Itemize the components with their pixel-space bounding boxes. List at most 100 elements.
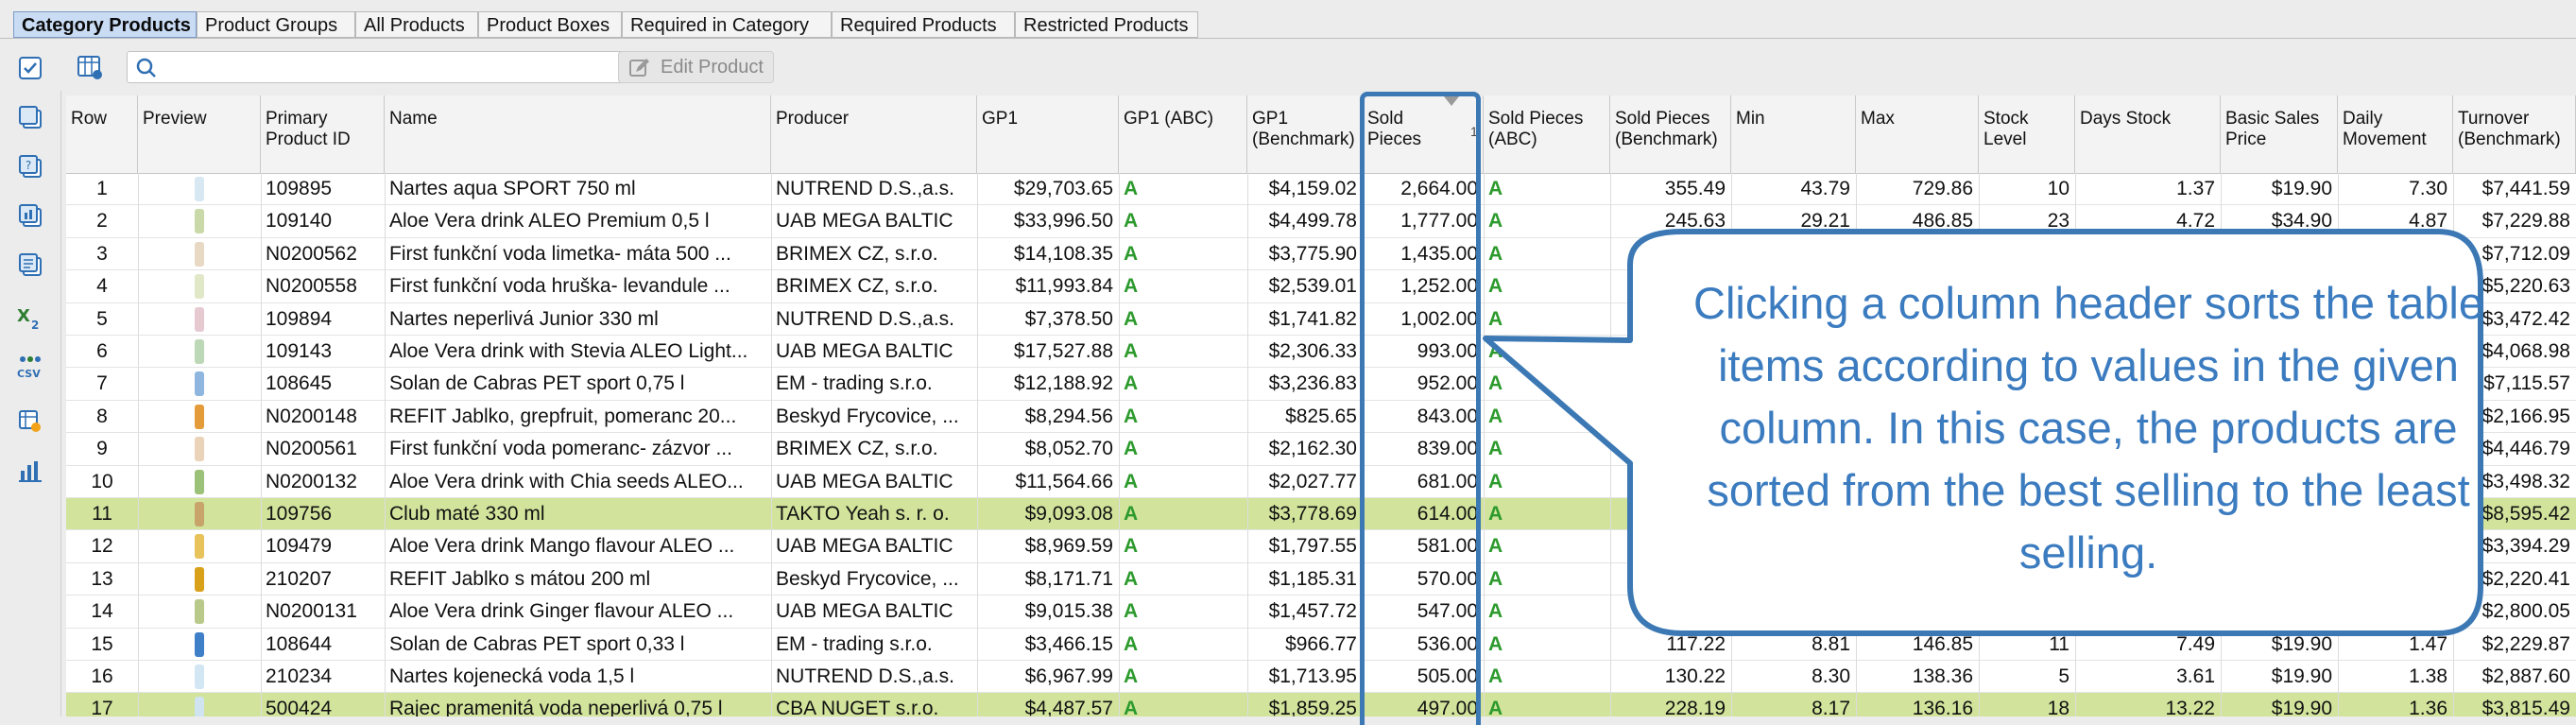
cell-daily-movement[interactable]: 7.30: [2338, 173, 2453, 205]
cell-gp1[interactable]: $9,093.08: [977, 498, 1119, 530]
cell-producer[interactable]: TAKTO Yeah s. r. o.: [771, 498, 977, 530]
cell-gp1[interactable]: $11,993.84: [977, 270, 1119, 302]
product-thumbnail[interactable]: [138, 433, 261, 465]
cell-primary-product-id[interactable]: 210234: [261, 661, 385, 693]
cell-row[interactable]: 9: [66, 433, 138, 465]
cell-sold-pieces-abc[interactable]: A: [1484, 173, 1610, 205]
cell-producer[interactable]: NUTREND D.S.,a.s.: [771, 303, 977, 336]
cell-basic-sales-price[interactable]: $19.90: [2221, 661, 2338, 693]
cell-row[interactable]: 17: [66, 693, 138, 716]
cell-sold-pieces-benchmark[interactable]: 228.19: [1610, 693, 1731, 716]
column-header-gp1-abc[interactable]: GP1 (ABC): [1119, 95, 1247, 173]
cell-gp1-benchmark[interactable]: $825.65: [1247, 401, 1363, 433]
cell-basic-sales-price[interactable]: $19.90: [2221, 173, 2338, 205]
cell-primary-product-id[interactable]: 108645: [261, 368, 385, 400]
tab-all-products[interactable]: All Products: [355, 11, 478, 38]
cell-gp1-abc[interactable]: A: [1119, 596, 1247, 628]
product-thumbnail[interactable]: [138, 629, 261, 661]
cell-name[interactable]: Nartes kojenecká voda 1,5 l: [385, 661, 771, 693]
cell-gp1[interactable]: $17,527.88: [977, 336, 1119, 368]
cell-primary-product-id[interactable]: N0200558: [261, 270, 385, 302]
product-thumbnail[interactable]: [138, 173, 261, 205]
cell-days-stock[interactable]: 3.61: [2075, 661, 2221, 693]
cell-turnover-benchmark[interactable]: $2,887.60: [2453, 661, 2576, 693]
table-row[interactable]: 16 210234 Nartes kojenecká voda 1,5 l NUTRE…: [66, 661, 2576, 694]
cell-name[interactable]: Rajec pramenitá voda neperlivá 0,75 l: [385, 693, 771, 716]
cell-gp1-benchmark[interactable]: $4,499.78: [1247, 205, 1363, 237]
cell-gp1-abc[interactable]: A: [1119, 563, 1247, 596]
product-thumbnail[interactable]: [138, 693, 261, 716]
cell-primary-product-id[interactable]: 500424: [261, 693, 385, 716]
product-thumbnail[interactable]: [138, 368, 261, 400]
product-thumbnail[interactable]: [138, 205, 261, 237]
cell-gp1[interactable]: $8,052.70: [977, 433, 1119, 465]
cell-row[interactable]: 12: [66, 530, 138, 562]
cell-sold-pieces[interactable]: 505.00: [1363, 661, 1484, 693]
cell-row[interactable]: 10: [66, 466, 138, 498]
cell-name[interactable]: REFIT Jablko, grepfruit, pomeranc 20...: [385, 401, 771, 433]
cell-gp1[interactable]: $6,967.99: [977, 661, 1119, 693]
cell-days-stock[interactable]: 1.37: [2075, 173, 2221, 205]
cell-name[interactable]: Aloe Vera drink with Chia seeds ALEO...: [385, 466, 771, 498]
cell-name[interactable]: Aloe Vera drink Mango flavour ALEO ...: [385, 530, 771, 562]
cell-name[interactable]: Club maté 330 ml: [385, 498, 771, 530]
cell-name[interactable]: Solan de Cabras PET sport 0,75 l: [385, 368, 771, 400]
cell-primary-product-id[interactable]: 210207: [261, 563, 385, 596]
cell-primary-product-id[interactable]: 109143: [261, 336, 385, 368]
cell-name[interactable]: First funkční voda limetka- máta 500 ...: [385, 238, 771, 270]
cell-row[interactable]: 16: [66, 661, 138, 693]
cell-name[interactable]: First funkční voda hruška- levandule ...: [385, 270, 771, 302]
cell-primary-product-id[interactable]: 109894: [261, 303, 385, 336]
cell-producer[interactable]: EM - trading s.r.o.: [771, 629, 977, 661]
cell-gp1-abc[interactable]: A: [1119, 629, 1247, 661]
column-header-primary-product-id[interactable]: Primary Product ID: [261, 95, 385, 173]
cell-row[interactable]: 3: [66, 238, 138, 270]
cell-primary-product-id[interactable]: 108644: [261, 629, 385, 661]
cell-producer[interactable]: Beskyd Frycovice, ...: [771, 563, 977, 596]
product-thumbnail[interactable]: [138, 466, 261, 498]
table-row[interactable]: 1 109895 Nartes aqua SPORT 750 ml NUTREND D…: [66, 173, 2576, 206]
cell-gp1-benchmark[interactable]: $4,159.02: [1247, 173, 1363, 205]
cell-primary-product-id[interactable]: N0200562: [261, 238, 385, 270]
cell-producer[interactable]: UAB MEGA BALTIC: [771, 466, 977, 498]
cell-gp1-benchmark[interactable]: $1,741.82: [1247, 303, 1363, 336]
tab-category-products[interactable]: Category Products: [13, 11, 197, 38]
cell-name[interactable]: REFIT Jablko s mátou 200 ml: [385, 563, 771, 596]
column-header-daily-movement[interactable]: Daily Movement: [2338, 95, 2453, 173]
cell-producer[interactable]: Beskyd Frycovice, ...: [771, 401, 977, 433]
cell-row[interactable]: 15: [66, 629, 138, 661]
cell-gp1[interactable]: $7,378.50: [977, 303, 1119, 336]
cell-gp1-benchmark[interactable]: $2,162.30: [1247, 433, 1363, 465]
cell-stock-level[interactable]: 10: [1979, 173, 2075, 205]
tab-restricted-products[interactable]: Restricted Products: [1015, 11, 1198, 38]
checklist-icon[interactable]: [15, 53, 45, 83]
column-header-basic-sales-price[interactable]: Basic Sales Price: [2221, 95, 2338, 173]
cell-name[interactable]: Aloe Vera drink ALEO Premium 0,5 l: [385, 205, 771, 237]
cell-gp1-benchmark[interactable]: $2,306.33: [1247, 336, 1363, 368]
cell-name[interactable]: Nartes aqua SPORT 750 ml: [385, 173, 771, 205]
cell-gp1-abc[interactable]: A: [1119, 238, 1247, 270]
cell-gp1-benchmark[interactable]: $3,775.90: [1247, 238, 1363, 270]
csv-export-icon[interactable]: CSV: [15, 352, 45, 382]
copy-icon[interactable]: [15, 102, 45, 132]
cell-name[interactable]: Aloe Vera drink with Stevia ALEO Light..…: [385, 336, 771, 368]
cell-gp1-benchmark[interactable]: $2,539.01: [1247, 270, 1363, 302]
cell-name[interactable]: First funkční voda pomeranc- zázvor ...: [385, 433, 771, 465]
cell-gp1-benchmark[interactable]: $2,027.77: [1247, 466, 1363, 498]
cell-row[interactable]: 5: [66, 303, 138, 336]
cell-sold-pieces[interactable]: 497.00: [1363, 693, 1484, 716]
product-thumbnail[interactable]: [138, 238, 261, 270]
cell-row[interactable]: 2: [66, 205, 138, 237]
cell-producer[interactable]: CBA NUGET s.r.o.: [771, 693, 977, 716]
cell-producer[interactable]: EM - trading s.r.o.: [771, 368, 977, 400]
cell-sold-pieces-abc[interactable]: A: [1484, 693, 1610, 716]
cell-max[interactable]: 729.86: [1856, 173, 1979, 205]
cell-basic-sales-price[interactable]: $19.90: [2221, 693, 2338, 716]
cell-gp1-abc[interactable]: A: [1119, 466, 1247, 498]
cell-gp1-benchmark[interactable]: $1,797.55: [1247, 530, 1363, 562]
cell-max[interactable]: 138.36: [1856, 661, 1979, 693]
cell-gp1[interactable]: $8,294.56: [977, 401, 1119, 433]
excel-export-icon[interactable]: X2: [15, 302, 45, 333]
cell-gp1-benchmark[interactable]: $3,778.69: [1247, 498, 1363, 530]
tab-required-in-category[interactable]: Required in Category: [622, 11, 832, 38]
